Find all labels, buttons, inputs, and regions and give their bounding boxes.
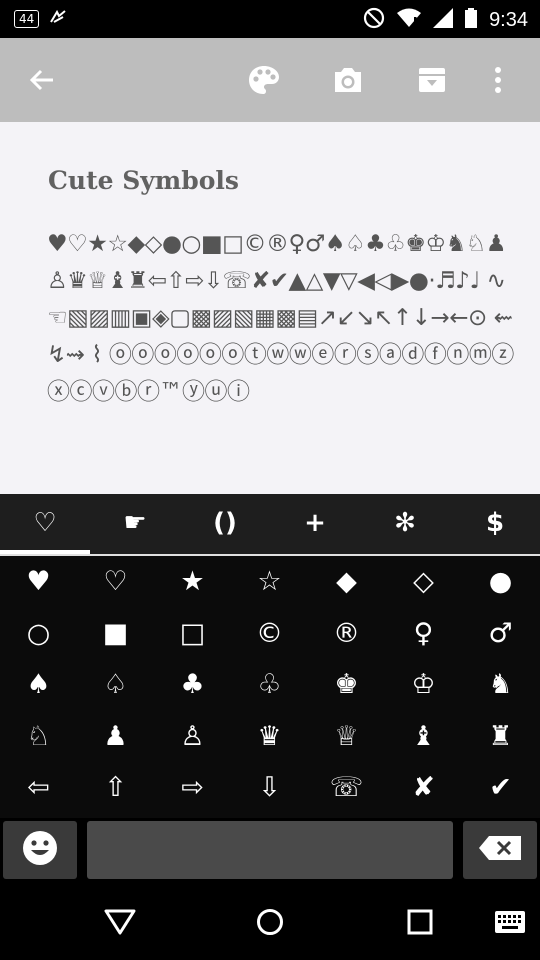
keyboard-row: ♘ ♟ ♙ ♛ ♕ ♝ ♜ (0, 711, 540, 763)
symbol-key[interactable]: ♡ (77, 556, 154, 608)
notification-badge-icon: 44 (14, 10, 40, 28)
app-notification-icon (49, 8, 67, 30)
back-triangle-icon[interactable] (90, 894, 150, 950)
symbol-key[interactable]: ☆ (231, 556, 308, 608)
symbol-key[interactable]: ♞ (462, 659, 539, 711)
symbol-key[interactable]: ♙ (154, 711, 231, 763)
more-vert-icon[interactable] (470, 38, 526, 122)
symbol-category-tabs: ♡ ☛ () + ✻ $ (0, 494, 540, 556)
keyboard-icon[interactable] (480, 894, 540, 950)
space-bar[interactable] (87, 821, 453, 879)
keyboard-row: ○ ■ □ © ® ♀ ♂ (0, 608, 540, 660)
symbol-key[interactable]: ♕ (308, 711, 385, 763)
tab-currency[interactable]: $ (450, 494, 540, 552)
symbol-key[interactable]: ✔ (462, 762, 539, 814)
symbol-key[interactable]: ♚ (308, 659, 385, 711)
backspace-button[interactable] (463, 821, 537, 879)
symbol-key[interactable]: ♜ (462, 711, 539, 763)
symbol-key[interactable]: ♧ (231, 659, 308, 711)
symbol-key[interactable]: ■ (77, 608, 154, 660)
symbol-key[interactable]: © (231, 608, 308, 660)
keyboard-row: ♠ ♤ ♣ ♧ ♚ ♔ ♞ (0, 659, 540, 711)
recents-square-icon[interactable] (390, 894, 450, 950)
tab-stars[interactable]: ✻ (360, 494, 450, 552)
battery-icon (465, 8, 478, 33)
keyboard-row: ♥ ♡ ★ ☆ ◆ ◇ ● (0, 556, 540, 608)
symbol-key[interactable]: ⇧ (77, 762, 154, 814)
note-content: Cute Symbols ♥♡★☆◆◇●○■□©®♀♂♠♤♣♧♚♔♞♘♟♙♛♕♝… (0, 122, 540, 494)
emoji-icon (21, 829, 59, 871)
tab-hearts[interactable]: ♡ (0, 494, 90, 554)
navigation-bar (0, 884, 540, 960)
symbol-key[interactable]: ● (462, 556, 539, 608)
symbol-key[interactable]: ♥ (0, 556, 77, 608)
home-circle-icon[interactable] (240, 894, 300, 950)
symbol-key[interactable]: □ (154, 608, 231, 660)
symbol-key[interactable]: ◇ (385, 556, 462, 608)
wifi-icon (397, 8, 422, 33)
symbol-key[interactable]: ♔ (385, 659, 462, 711)
symbol-key[interactable]: ♛ (231, 711, 308, 763)
symbol-key[interactable]: ⇨ (154, 762, 231, 814)
symbol-key[interactable]: ♂ (462, 608, 539, 660)
symbol-key[interactable]: ♝ (385, 711, 462, 763)
symbol-key[interactable]: ○ (0, 608, 77, 660)
symbol-key[interactable]: ✘ (385, 762, 462, 814)
symbol-key[interactable]: ♀ (385, 608, 462, 660)
tab-math[interactable]: + (270, 494, 360, 552)
cell-signal-icon (433, 8, 454, 33)
status-time: 9:34 (489, 9, 528, 31)
emoji-button[interactable] (3, 821, 77, 879)
app-bar (0, 38, 540, 122)
symbol-key[interactable]: ◆ (308, 556, 385, 608)
symbol-key[interactable]: ⇩ (231, 762, 308, 814)
note-title[interactable]: Cute Symbols (48, 166, 239, 195)
camera-icon[interactable] (320, 38, 376, 122)
symbol-keyboard: ♥ ♡ ★ ☆ ◆ ◇ ● ○ ■ □ © ® ♀ ♂ ♠ ♤ ♣ ♧ ♚ ♔ … (0, 556, 540, 818)
symbol-key[interactable]: ® (308, 608, 385, 660)
note-body[interactable]: ♥♡★☆◆◇●○■□©®♀♂♠♤♣♧♚♔♞♘♟♙♛♕♝♜⇦⇧⇨⇩☏✘✔▲△▼▽◀… (47, 226, 517, 411)
symbol-key[interactable]: ♤ (77, 659, 154, 711)
back-arrow-icon[interactable] (14, 38, 70, 122)
tab-hands[interactable]: ☛ (90, 494, 180, 552)
symbol-key[interactable]: ⇦ (0, 762, 77, 814)
symbol-key[interactable]: ★ (154, 556, 231, 608)
symbol-key[interactable]: ♠ (0, 659, 77, 711)
symbol-key[interactable]: ♟ (77, 711, 154, 763)
archive-icon[interactable] (404, 38, 460, 122)
tab-brackets[interactable]: () (180, 494, 270, 552)
keyboard-bottom-row (0, 818, 540, 884)
backspace-icon (479, 836, 521, 864)
palette-icon[interactable] (236, 38, 292, 122)
do-not-disturb-icon (363, 7, 385, 34)
symbol-key[interactable]: ☏ (308, 762, 385, 814)
keyboard-row: ⇦ ⇧ ⇨ ⇩ ☏ ✘ ✔ (0, 762, 540, 814)
symbol-key[interactable]: ♣ (154, 659, 231, 711)
symbol-key[interactable]: ♘ (0, 711, 77, 763)
status-bar: 44 9:34 (0, 0, 540, 38)
